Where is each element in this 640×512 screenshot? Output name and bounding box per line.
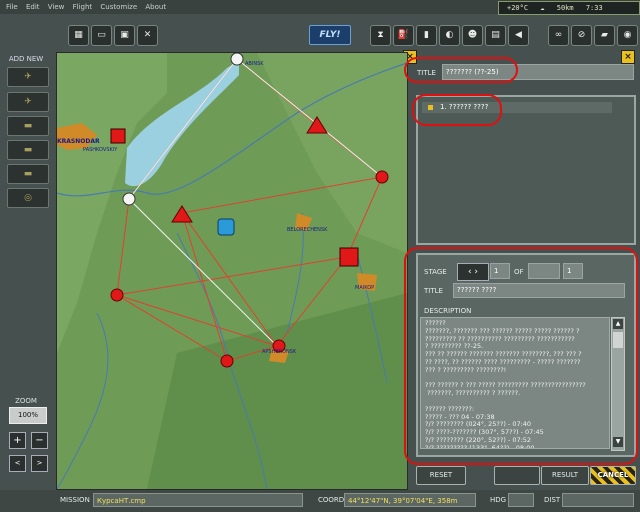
stage-total-field: 1 <box>563 263 583 279</box>
add-vehicle-button[interactable]: ▬ <box>7 116 49 136</box>
ammo-icon[interactable]: ▮ <box>416 25 437 46</box>
annotation-oval <box>412 94 502 126</box>
book-icon[interactable]: ▤ <box>485 25 506 46</box>
city-label-abinsk: ABINSK <box>245 61 264 67</box>
blank-button[interactable] <box>494 466 540 485</box>
add-tank-button[interactable]: ▬ <box>7 140 49 160</box>
reset-button[interactable]: RESET <box>416 466 466 485</box>
stage-field[interactable]: 1 <box>490 263 510 279</box>
hdg-field <box>508 493 534 507</box>
result-button[interactable]: RESULT <box>541 466 589 485</box>
fuel-icon[interactable]: ⛽ <box>393 25 414 46</box>
annotation-oval <box>404 57 518 83</box>
menu-flight[interactable]: Flight <box>73 0 93 14</box>
zoom-value[interactable]: 100% <box>9 407 47 424</box>
menu-file[interactable]: File <box>6 0 18 14</box>
description-textarea[interactable]: ?????? ???????, ??????? ??? ?????? ?????… <box>420 317 610 449</box>
hdg-label: HDG <box>490 496 507 504</box>
stage-label: STAGE <box>424 268 447 276</box>
save-icon[interactable]: ▣ <box>114 25 135 46</box>
add-waypoint-button[interactable]: ◎ <box>7 188 49 208</box>
fly-button[interactable]: FLY! <box>309 25 351 45</box>
binoculars-icon[interactable]: ∞ <box>548 25 569 46</box>
layer-icon[interactable]: ▦ <box>68 25 89 46</box>
dist-field <box>562 493 634 507</box>
add-aircraft-button[interactable]: ✈ <box>7 92 49 112</box>
city-label-pashkovskiy: PASHKOVSKIY <box>83 147 118 153</box>
scroll-thumb[interactable] <box>613 332 623 348</box>
shield-icon[interactable]: ◐ <box>439 25 460 46</box>
coord-field: 44°12'47"N, 39°07'04"E, 358m <box>344 493 476 507</box>
cloud-icon: ☁ <box>540 4 545 12</box>
city-label-krasnodar: KRASNODAR <box>57 138 100 145</box>
coord-label: COORD <box>318 496 345 504</box>
description-label: DESCRIPTION <box>424 307 472 315</box>
zoom-label: ZOOM <box>15 397 37 405</box>
temperature: +20°C <box>507 4 529 12</box>
menu-about[interactable]: About <box>145 0 166 14</box>
zoom-in-button[interactable]: + <box>9 432 26 449</box>
weather-status: +20°C ☁ 50km 7:33 <box>498 1 640 15</box>
add-new-label: ADD NEW <box>8 55 44 63</box>
stage-title-label: TITLE <box>424 287 443 295</box>
delete-icon[interactable]: ✕ <box>137 25 158 46</box>
clock-time: 7:33 <box>585 4 603 12</box>
city-label-maikop: MAIKOP <box>355 285 374 291</box>
of-label: OF <box>514 268 524 276</box>
stage-title-field[interactable]: ?????? ???? <box>453 283 625 298</box>
hourglass-icon[interactable]: ⧗ <box>370 25 391 46</box>
of-spacer-field <box>528 263 560 279</box>
visibility: 50km <box>556 4 574 12</box>
dist-label: DIST <box>544 496 561 504</box>
city-label-belorechensk: BELORECHENSK <box>287 227 328 233</box>
menu-customize[interactable]: Customize <box>100 0 137 14</box>
next-button[interactable]: > <box>31 455 48 472</box>
menu-view[interactable]: View <box>48 0 65 14</box>
open-folder-icon[interactable]: ▭ <box>91 25 112 46</box>
description-scrollbar[interactable]: ▲ ▼ <box>611 317 625 451</box>
folder-icon[interactable]: ▰ <box>594 25 615 46</box>
city-label-apsheronsk: APSHERONSK <box>262 349 297 355</box>
sound-icon[interactable]: ◀ <box>508 25 529 46</box>
settings-icon[interactable]: ◉ <box>617 25 638 46</box>
no-entry-icon[interactable]: ⊘ <box>571 25 592 46</box>
scroll-down-icon[interactable]: ▼ <box>613 437 623 447</box>
add-helicopter-button[interactable]: ✈ <box>7 67 49 87</box>
cancel-button[interactable]: CANCEL <box>590 466 636 485</box>
scroll-up-icon[interactable]: ▲ <box>613 319 623 329</box>
pilot-icon[interactable]: ☻ <box>462 25 483 46</box>
close-icon[interactable]: × <box>621 50 635 64</box>
mission-label: MISSION <box>60 496 90 504</box>
stage-stepper[interactable]: ‹ › <box>457 263 489 281</box>
map-canvas[interactable]: KRASNODAR PASHKOVSKIY BELORECHENSK MAIKO… <box>57 53 407 489</box>
zoom-out-button[interactable]: − <box>31 432 48 449</box>
menu-edit[interactable]: Edit <box>26 0 40 14</box>
mission-map[interactable]: KRASNODAR PASHKOVSKIY BELORECHENSK MAIKO… <box>56 52 408 490</box>
prev-button[interactable]: < <box>9 455 26 472</box>
mission-field[interactable]: КурсаНТ.cmp <box>93 493 303 507</box>
add-armor-button[interactable]: ▬ <box>7 164 49 184</box>
